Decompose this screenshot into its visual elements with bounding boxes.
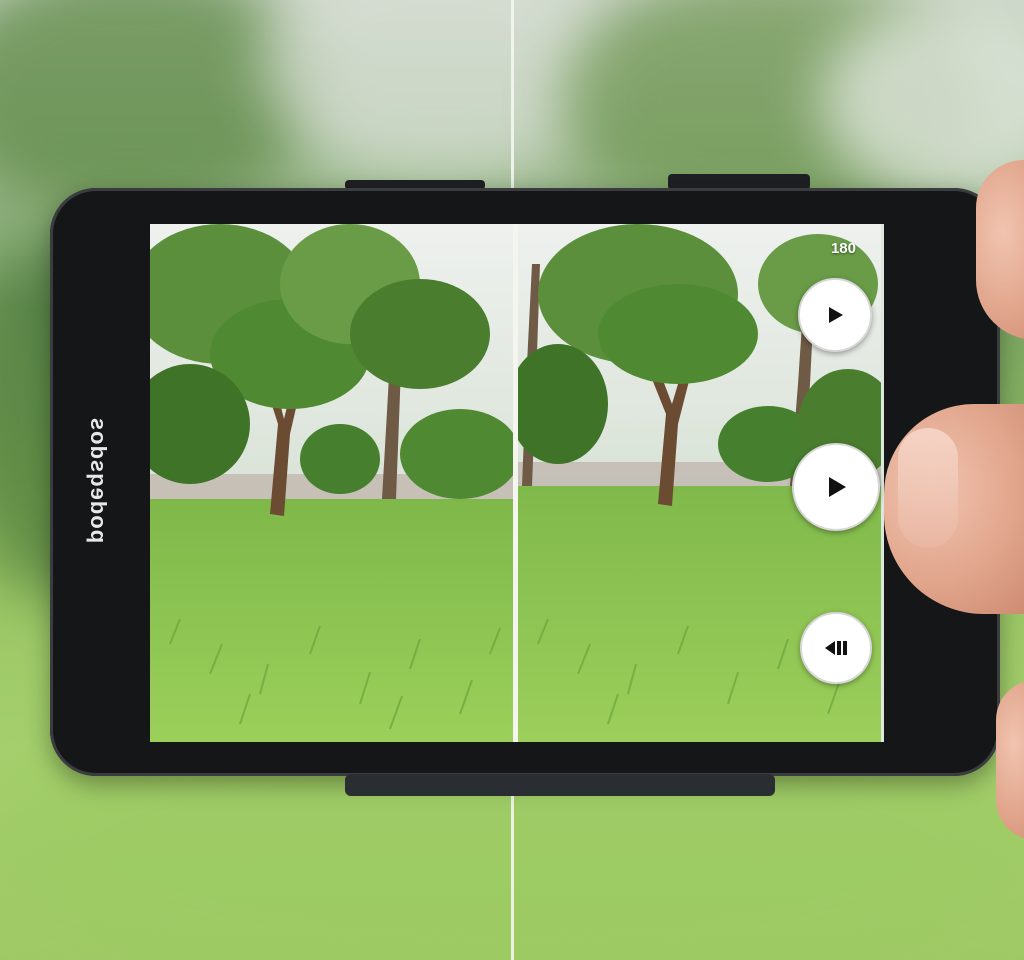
phone-screen: 180	[150, 224, 884, 742]
play-icon	[829, 307, 843, 323]
brand-text: podeqsdos	[86, 416, 111, 544]
camera-view-left	[150, 224, 513, 742]
rewind-button[interactable]	[800, 612, 872, 684]
middle-finger	[996, 680, 1024, 840]
play-icon	[829, 477, 846, 497]
recording-timer: 180	[830, 240, 856, 257]
fingernail	[898, 428, 958, 548]
phone-bottom-mount	[345, 774, 775, 796]
rewind-icon	[825, 641, 847, 655]
phone-brand-label: podeqsdos	[68, 410, 128, 550]
play-large-button[interactable]	[792, 443, 880, 531]
park-scene-left	[150, 224, 513, 742]
play-button[interactable]	[798, 278, 872, 352]
